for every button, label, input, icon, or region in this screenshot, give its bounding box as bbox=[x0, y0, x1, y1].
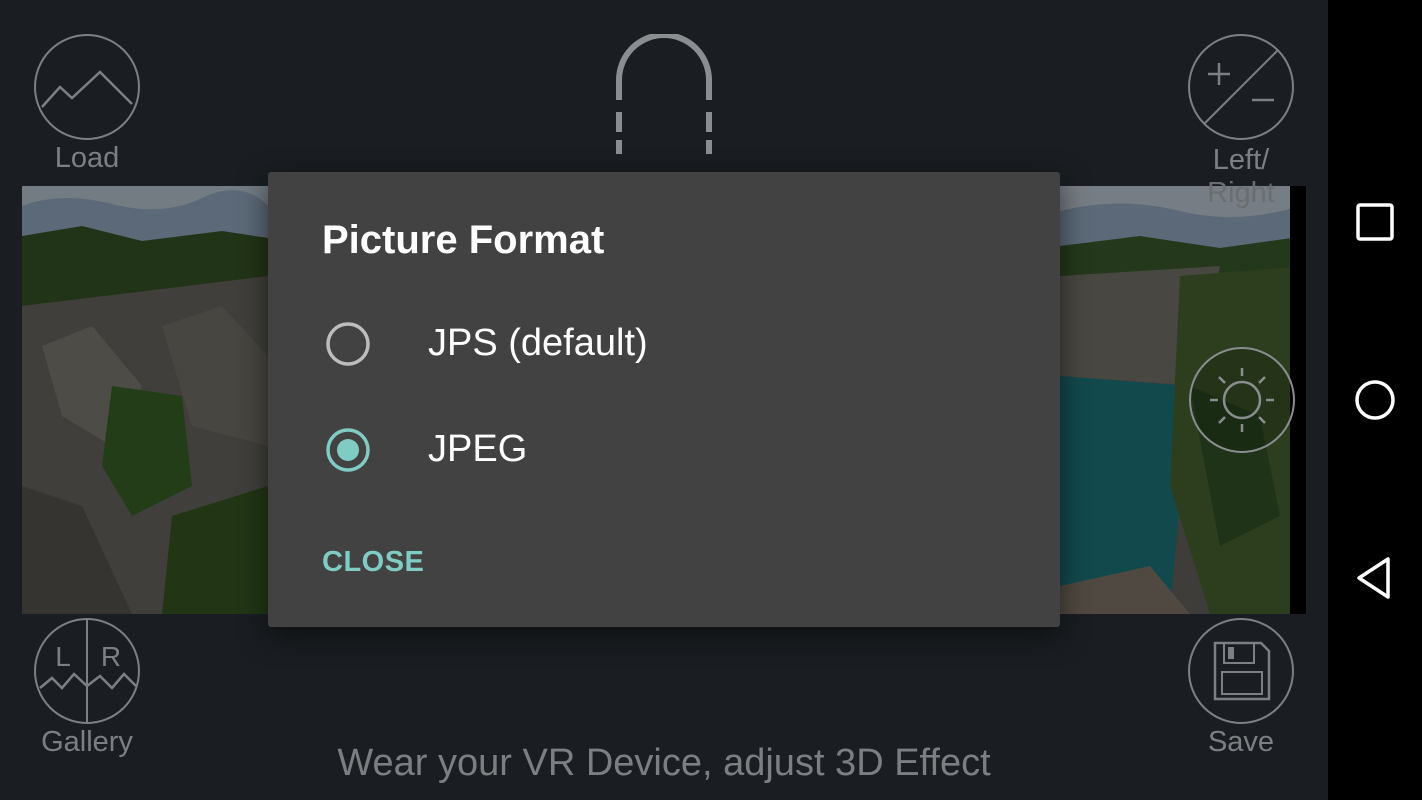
recents-button[interactable] bbox=[1350, 197, 1400, 247]
instruction-text: Wear your VR Device, adjust 3D Effect bbox=[337, 742, 991, 784]
sun-icon bbox=[1189, 347, 1295, 453]
option-jpeg[interactable]: JPEG bbox=[308, 410, 1008, 490]
app-screen: Load L R Gallery Left/ Right Save Wear y… bbox=[0, 0, 1328, 800]
dialog-title: Picture Format bbox=[322, 218, 605, 262]
option-label: JPS (default) bbox=[428, 322, 648, 364]
option-jps[interactable]: JPS (default) bbox=[308, 304, 1008, 384]
left-right-label-line1: Left/ bbox=[1212, 144, 1270, 176]
home-button[interactable] bbox=[1350, 375, 1400, 425]
floppy-disk-icon bbox=[1188, 618, 1294, 724]
load-label: Load bbox=[54, 142, 120, 174]
radio-checked-icon[interactable] bbox=[326, 428, 370, 472]
circle-icon bbox=[1355, 380, 1395, 420]
save-button[interactable]: Save bbox=[1186, 616, 1296, 759]
lr-mountain-icon: L R bbox=[34, 618, 140, 724]
gallery-button[interactable]: L R Gallery bbox=[32, 616, 142, 759]
left-eye-image bbox=[22, 186, 268, 614]
close-button[interactable]: CLOSE bbox=[308, 534, 438, 591]
vr-headset-icon bbox=[616, 34, 712, 154]
left-right-button[interactable]: Left/ Right bbox=[1186, 32, 1296, 210]
brightness-button[interactable] bbox=[1188, 346, 1296, 454]
left-right-label-line2: Right bbox=[1207, 177, 1275, 209]
radio-unchecked-icon[interactable] bbox=[326, 322, 370, 366]
option-label: JPEG bbox=[428, 428, 528, 470]
gallery-r-letter: R bbox=[101, 641, 121, 672]
plus-minus-icon bbox=[1188, 34, 1294, 140]
picture-format-dialog: Picture Format JPS (default) JPEG CLOSE bbox=[268, 172, 1060, 627]
square-icon bbox=[1356, 203, 1394, 241]
mountain-icon bbox=[34, 34, 140, 140]
load-button[interactable]: Load bbox=[32, 32, 142, 175]
back-button[interactable] bbox=[1350, 553, 1400, 603]
gallery-l-letter: L bbox=[55, 641, 71, 672]
triangle-back-icon bbox=[1357, 557, 1390, 599]
